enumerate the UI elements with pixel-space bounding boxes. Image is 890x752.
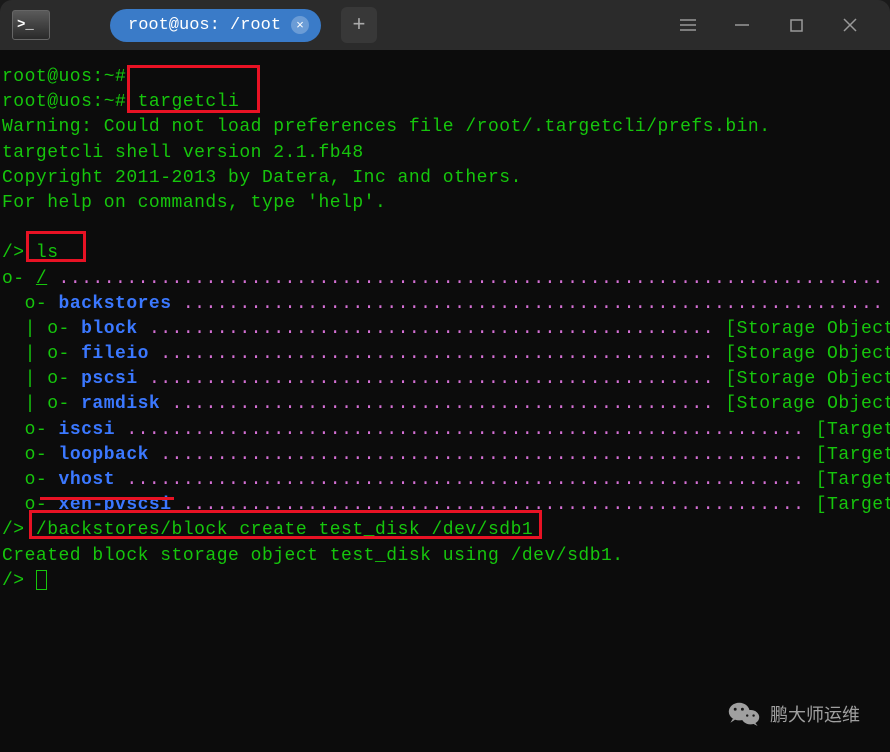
- titlebar: root@uos: /root × +: [0, 0, 890, 50]
- tree-prefix: o-: [2, 420, 59, 440]
- tree-ramdisk: ramdisk: [81, 394, 160, 414]
- tree-dots: ........................................…: [149, 344, 714, 364]
- tree-dots: ........................................…: [138, 319, 714, 339]
- cmd-ls: ls: [36, 243, 59, 263]
- tree-dots: ........................................…: [115, 470, 804, 490]
- tree-dots: ........................................…: [172, 294, 884, 314]
- tree-tag: [Targets: 0]: [804, 495, 890, 515]
- tree-tag: [Storage Objects: 0]: [714, 344, 890, 364]
- maximize-icon[interactable]: [784, 13, 808, 37]
- copyright-line: Copyright 2011-2013 by Datera, Inc and o…: [2, 166, 888, 191]
- version-line: targetcli shell version 2.1.fb48: [2, 141, 888, 166]
- menu-icon[interactable]: [676, 13, 700, 37]
- tree-prefix: o-: [2, 470, 59, 490]
- window-controls: [676, 13, 882, 37]
- prompt: root@uos:~#: [2, 67, 138, 87]
- tree-tag: [...]: [884, 269, 890, 289]
- tree-dots: ........................................…: [115, 420, 804, 440]
- wechat-icon: [728, 701, 760, 727]
- tree-loopback: loopback: [59, 445, 149, 465]
- tree-prefix: o-: [2, 445, 59, 465]
- tree-block: block: [81, 319, 138, 339]
- tree-pscsi: pscsi: [81, 369, 138, 389]
- help-line: For help on commands, type 'help'.: [2, 191, 888, 216]
- tree-tag: [Targets: 0]: [804, 420, 890, 440]
- tree-tag: [Storage Objects: 0]: [714, 319, 890, 339]
- terminal-tab[interactable]: root@uos: /root ×: [110, 9, 321, 42]
- tree-fileio: fileio: [81, 344, 149, 364]
- cmd-create: /backstores/block create test_disk /dev/…: [36, 520, 533, 540]
- tab-title: root@uos: /root: [128, 16, 281, 35]
- tree-root: /: [36, 269, 47, 289]
- minimize-icon[interactable]: [730, 13, 754, 37]
- tab-close-icon[interactable]: ×: [291, 16, 309, 34]
- tree-dots: ........................................…: [149, 445, 805, 465]
- tree-tag: [Storage Objects: 0]: [714, 369, 890, 389]
- tree-prefix: | o-: [2, 394, 81, 414]
- cursor: [36, 570, 47, 590]
- tree-vhost: vhost: [59, 470, 116, 490]
- watermark-text: 鹏大师运维: [770, 701, 860, 727]
- tree-prefix: o-: [2, 294, 59, 314]
- tree-backstores: backstores: [59, 294, 172, 314]
- terminal-app-icon[interactable]: [12, 10, 50, 40]
- new-tab-button[interactable]: +: [341, 7, 377, 43]
- cli-prompt: />: [2, 520, 36, 540]
- tree-tag: [Targets: 0]: [804, 470, 890, 490]
- tree-prefix: o-: [2, 495, 59, 515]
- tree-dots: ........................................…: [172, 495, 805, 515]
- tree-dots: ........................................…: [47, 269, 883, 289]
- cmd-targetcli: targetcli: [138, 92, 240, 112]
- created-line: Created block storage object test_disk u…: [2, 544, 888, 569]
- close-icon[interactable]: [838, 13, 862, 37]
- tree-prefix: | o-: [2, 369, 81, 389]
- tree-prefix: | o-: [2, 319, 81, 339]
- tree-dots: ........................................…: [138, 369, 714, 389]
- tree-prefix: | o-: [2, 344, 81, 364]
- tree-prefix: o-: [2, 269, 36, 289]
- cli-prompt: />: [2, 571, 36, 591]
- cli-prompt: />: [2, 243, 36, 263]
- tree-iscsi: iscsi: [59, 420, 116, 440]
- tree-tag: [Targets: 0]: [804, 445, 890, 465]
- tree-tag: [...]: [884, 294, 890, 314]
- terminal-body[interactable]: root@uos:~# root@uos:~# targetcli Warnin…: [0, 50, 890, 752]
- tree-xen: xen-pvscsi: [59, 495, 172, 515]
- warning-line: Warning: Could not load preferences file…: [2, 115, 888, 140]
- tree-dots: ........................................…: [160, 394, 714, 414]
- prompt: root@uos:~#: [2, 92, 138, 112]
- tree-tag: [Storage Objects: 0]: [714, 394, 890, 414]
- watermark: 鹏大师运维: [728, 701, 860, 727]
